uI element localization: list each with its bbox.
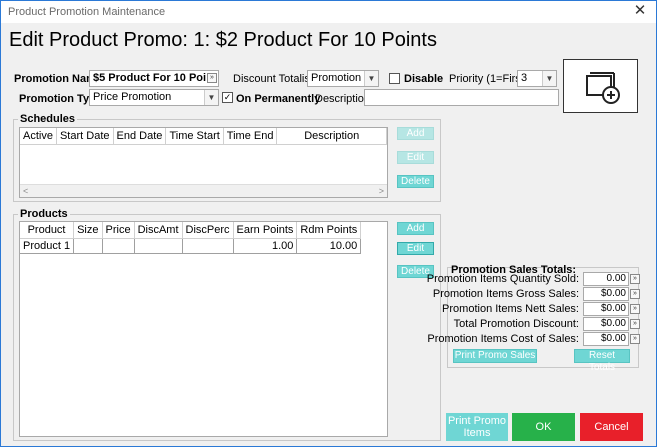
total-discount-value: $0.00 xyxy=(583,317,629,331)
col-start-date[interactable]: Start Date xyxy=(56,128,114,145)
col-price[interactable]: Price xyxy=(102,222,135,239)
total-discount-label: Total Promotion Discount: xyxy=(453,318,579,330)
col-rdm-points[interactable]: Rdm Points xyxy=(296,222,362,239)
on-permanently-checkbox[interactable]: ✓ xyxy=(222,92,233,103)
cell-product[interactable]: Product 1 xyxy=(20,238,75,254)
schedules-title: Schedules xyxy=(18,113,78,125)
gross-sales-detail-icon[interactable]: » xyxy=(630,289,640,299)
promotion-window: Product Promotion Maintenance ✕ Edit Pro… xyxy=(0,0,657,447)
close-icon[interactable]: ✕ xyxy=(632,3,648,19)
cost-of-sales-label: Promotion Items Cost of Sales: xyxy=(427,333,579,345)
add-image-icon xyxy=(586,72,620,104)
gross-sales-value: $0.00 xyxy=(583,287,629,301)
cell-size[interactable] xyxy=(73,238,103,254)
products-grid[interactable]: Product Size Price DiscAmt DiscPerc Earn… xyxy=(19,221,388,437)
print-promo-sales-button[interactable]: Print Promo Sales xyxy=(453,349,537,363)
scroll-right-icon[interactable]: > xyxy=(379,186,384,196)
print-promo-items-button[interactable]: Print Promo Items xyxy=(446,413,508,441)
ok-button[interactable]: OK xyxy=(512,413,575,441)
promotion-name-value: $5 Product For 10 Poi xyxy=(93,72,207,84)
page-title: Edit Product Promo: 1: $2 Product For 10… xyxy=(9,29,437,51)
cell-discamt[interactable] xyxy=(134,238,183,254)
col-end-date[interactable]: End Date xyxy=(113,128,167,145)
qty-sold-detail-icon[interactable]: » xyxy=(630,274,640,284)
products-title: Products xyxy=(18,208,70,220)
products-edit-button[interactable]: Edit xyxy=(397,242,434,255)
reset-totals-button[interactable]: Reset Totals xyxy=(574,349,630,373)
scroll-left-icon[interactable]: < xyxy=(23,186,28,196)
add-image-button[interactable] xyxy=(563,59,638,113)
description-input[interactable] xyxy=(364,89,559,106)
schedules-edit-button[interactable]: Edit xyxy=(397,151,434,164)
col-time-start[interactable]: Time Start xyxy=(165,128,224,145)
col-discperc[interactable]: DiscPerc xyxy=(182,222,234,239)
schedules-scrollbar[interactable]: < > xyxy=(20,184,387,197)
title-bar: Product Promotion Maintenance ✕ xyxy=(1,1,656,23)
on-permanently-label: On Permanently xyxy=(236,93,321,105)
priority-value: 3 xyxy=(521,72,528,84)
gross-sales-label: Promotion Items Gross Sales: xyxy=(432,288,579,300)
cost-of-sales-detail-icon[interactable]: » xyxy=(630,334,640,344)
disable-checkbox[interactable] xyxy=(389,73,400,84)
schedules-header-row: Active Start Date End Date Time Start Ti… xyxy=(20,128,387,145)
nett-sales-label: Promotion Items Nett Sales: xyxy=(442,303,579,315)
promotion-type-value: Price Promotion xyxy=(93,91,172,103)
schedules-add-button[interactable]: Add xyxy=(397,127,434,140)
priority-select[interactable]: 3 ▼ xyxy=(517,70,557,87)
chevron-down-icon: ▼ xyxy=(204,90,218,105)
products-add-button[interactable]: Add xyxy=(397,222,434,235)
cell-earn-points[interactable]: 1.00 xyxy=(233,238,298,254)
cell-rdm-points[interactable]: 10.00 xyxy=(296,238,362,254)
qty-sold-label: Promotion Items Quantity Sold: xyxy=(426,273,579,285)
col-active[interactable]: Active xyxy=(20,128,57,145)
schedules-delete-button[interactable]: Delete xyxy=(397,175,434,188)
disable-label: Disable xyxy=(404,73,444,85)
nett-sales-value: $0.00 xyxy=(583,302,629,316)
promotion-name-input[interactable]: $5 Product For 10 Poi xyxy=(89,70,219,87)
schedules-table: Active Start Date End Date Time Start Ti… xyxy=(20,128,387,145)
promotion-type-select[interactable]: Price Promotion ▼ xyxy=(89,89,219,106)
chevron-down-icon: ▼ xyxy=(542,71,556,86)
discount-totaliser-value: Promotion xyxy=(311,72,362,84)
print-promo-items-line1: Print Promo xyxy=(447,415,507,427)
products-header-row: Product Size Price DiscAmt DiscPerc Earn… xyxy=(20,222,362,239)
cancel-button[interactable]: Cancel xyxy=(580,413,643,441)
cost-of-sales-value: $0.00 xyxy=(583,332,629,346)
total-discount-detail-icon[interactable]: » xyxy=(630,319,640,329)
products-table: Product Size Price DiscAmt DiscPerc Earn… xyxy=(20,222,362,254)
window-title: Product Promotion Maintenance xyxy=(8,6,166,18)
qty-sold-value: 0.00 xyxy=(583,272,629,286)
col-discamt[interactable]: DiscAmt xyxy=(134,222,183,239)
col-earn-points[interactable]: Earn Points xyxy=(233,222,298,239)
col-product[interactable]: Product xyxy=(20,222,75,239)
cell-discperc[interactable] xyxy=(182,238,234,254)
col-description[interactable]: Description xyxy=(276,128,387,145)
nett-sales-detail-icon[interactable]: » xyxy=(630,304,640,314)
chevron-down-icon: ▼ xyxy=(364,71,378,86)
cell-price[interactable] xyxy=(102,238,135,254)
col-time-end[interactable]: Time End xyxy=(223,128,278,145)
promotion-name-lookup-icon[interactable]: » xyxy=(207,73,217,83)
print-promo-items-line2: Items xyxy=(463,427,491,439)
table-row[interactable]: Product 1 1.00 10.00 xyxy=(20,238,362,254)
discount-totaliser-select[interactable]: Promotion ▼ xyxy=(307,70,379,87)
col-size[interactable]: Size xyxy=(73,222,103,239)
schedules-grid[interactable]: Active Start Date End Date Time Start Ti… xyxy=(19,127,388,198)
